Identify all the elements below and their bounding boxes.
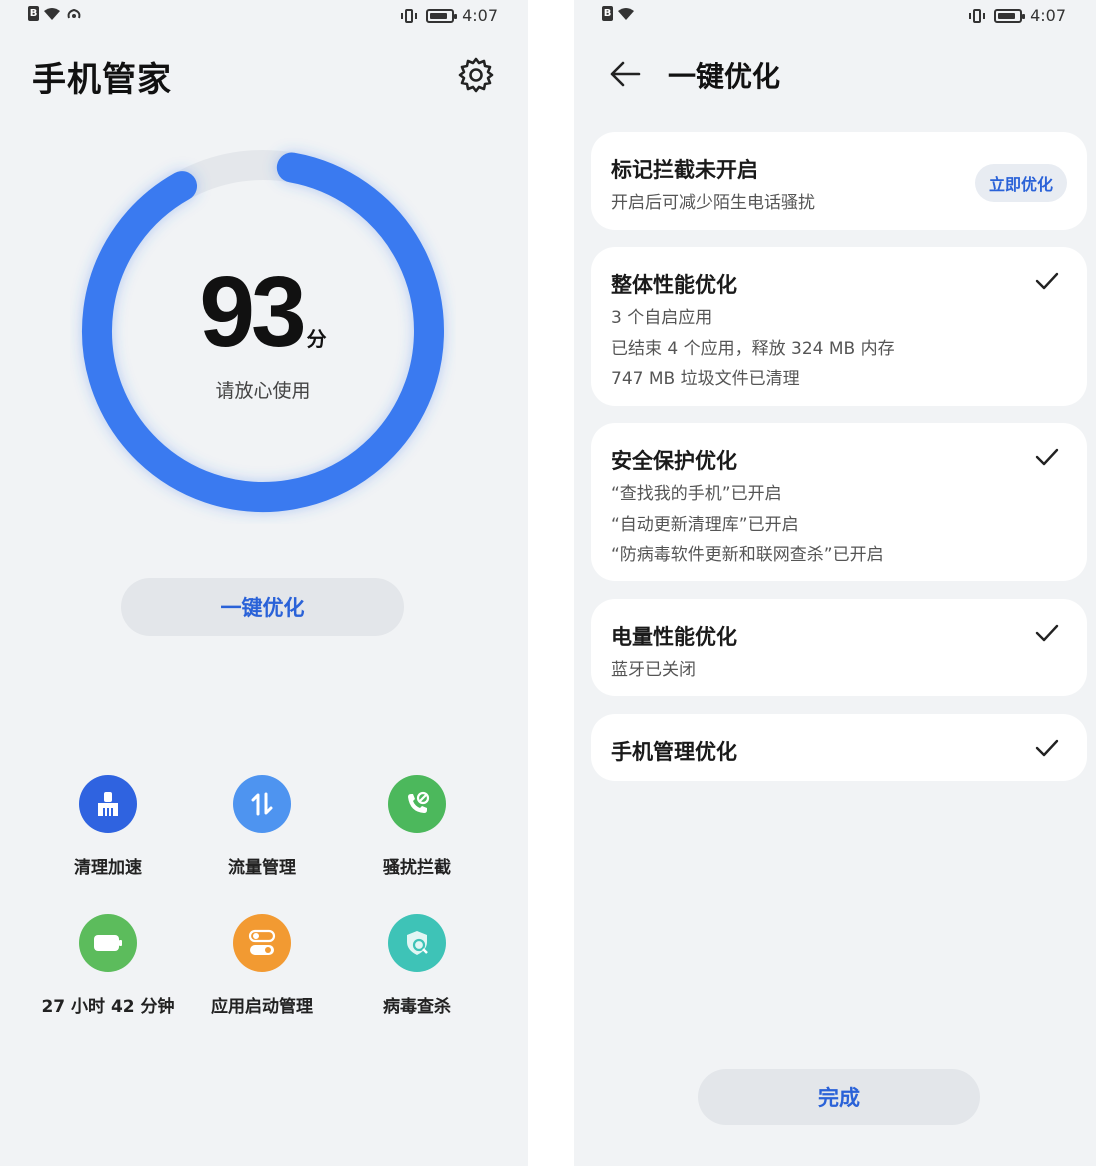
card-line: 开启后可减少陌生电话骚扰 <box>611 193 815 213</box>
broom-icon <box>79 775 137 833</box>
status-time: 4:07 <box>462 6 498 25</box>
card-line: 已结束 4 个应用，释放 324 MB 内存 <box>611 339 895 359</box>
card-line: “自动更新清理库”已开启 <box>611 515 799 535</box>
battery-icon <box>994 8 1026 23</box>
tool-data-management[interactable]: 流量管理 <box>187 775 337 878</box>
sim-icon: B <box>28 6 39 21</box>
status-left: B <box>28 6 83 21</box>
card-line: “查找我的手机”已开启 <box>611 484 782 504</box>
tool-app-launch-management[interactable]: 应用启动管理 <box>187 914 337 1017</box>
score-display: 93 分 <box>70 262 456 362</box>
settings-gear-icon[interactable] <box>456 55 496 95</box>
checkmark-icon <box>1035 448 1059 466</box>
tool-label: 流量管理 <box>228 858 296 878</box>
checkmark-icon <box>1035 739 1059 757</box>
tool-label: 应用启动管理 <box>211 997 313 1017</box>
tool-label: 27 小时 42 分钟 <box>41 997 175 1017</box>
card-mark-interception: 标记拦截未开启 开启后可减少陌生电话骚扰 立即优化 <box>591 132 1087 230</box>
status-right: 4:07 <box>968 6 1066 25</box>
done-button[interactable]: 完成 <box>698 1069 980 1125</box>
status-bar: B 4:07 <box>0 0 528 32</box>
tool-battery[interactable]: 27 小时 42 分钟 <box>33 914 183 1017</box>
card-title: 标记拦截未开启 <box>611 158 758 182</box>
tool-harassment-block[interactable]: 骚扰拦截 <box>342 775 492 878</box>
checkmark-icon <box>1035 624 1059 642</box>
score-message: 请放心使用 <box>215 380 311 402</box>
tool-label: 骚扰拦截 <box>383 858 451 878</box>
back-arrow-icon[interactable] <box>608 58 642 90</box>
one-click-optimize-button[interactable]: 一键优化 <box>121 578 404 636</box>
card-line: 蓝牙已关闭 <box>611 660 696 680</box>
tool-clean-accelerate[interactable]: 清理加速 <box>33 775 183 878</box>
status-left: B <box>602 6 635 21</box>
page-title: 一键优化 <box>668 60 781 93</box>
card-line: 3 个自启应用 <box>611 308 713 328</box>
vibrate-icon <box>969 8 986 23</box>
checkmark-icon <box>1035 272 1059 290</box>
shield-scan-icon <box>388 914 446 972</box>
data-transfer-icon <box>233 775 291 833</box>
card-title: 电量性能优化 <box>611 625 737 649</box>
card-title: 安全保护优化 <box>611 449 737 473</box>
toggle-icon <box>233 914 291 972</box>
wifi-icon <box>44 7 60 20</box>
tool-label: 病毒查杀 <box>383 997 451 1017</box>
status-time: 4:07 <box>1030 6 1066 25</box>
card-battery-optimization: 电量性能优化 蓝牙已关闭 <box>591 599 1087 696</box>
app-title: 手机管家 <box>32 60 172 100</box>
score-value: 93 <box>199 256 306 368</box>
status-bar: B 4:07 <box>574 0 1096 32</box>
card-line: “防病毒软件更新和联网查杀”已开启 <box>611 545 884 565</box>
optimize-now-button[interactable]: 立即优化 <box>974 164 1067 202</box>
score-unit: 分 <box>306 327 327 351</box>
status-right: 4:07 <box>400 6 498 25</box>
tool-virus-scan[interactable]: 病毒查杀 <box>342 914 492 1017</box>
card-line: 747 MB 垃圾文件已清理 <box>611 369 800 389</box>
phone-block-icon <box>388 775 446 833</box>
card-performance-optimization: 整体性能优化 3 个自启应用 已结束 4 个应用，释放 324 MB 内存 74… <box>591 247 1087 406</box>
hotspot-icon <box>67 8 81 18</box>
battery-icon <box>79 914 137 972</box>
card-title: 整体性能优化 <box>611 273 737 297</box>
sim-icon: B <box>602 6 613 21</box>
card-phone-management-optimization: 手机管理优化 <box>591 714 1087 781</box>
card-title: 手机管理优化 <box>611 740 737 764</box>
wifi-icon <box>618 7 634 20</box>
vibrate-icon <box>401 8 418 23</box>
card-security-optimization: 安全保护优化 “查找我的手机”已开启 “自动更新清理库”已开启 “防病毒软件更新… <box>591 423 1087 581</box>
battery-icon <box>426 8 458 23</box>
tool-label: 清理加速 <box>74 858 142 878</box>
phone-manager-screen: B 4:07 手机管家 93 分 请放心使用 一键优化 清理加速 流量管理 骚扰… <box>0 0 528 1166</box>
one-click-optimize-screen: B 4:07 一键优化 标记拦截未开启 开启后可减少陌生电话骚扰 立即优化 整体… <box>574 0 1096 1166</box>
